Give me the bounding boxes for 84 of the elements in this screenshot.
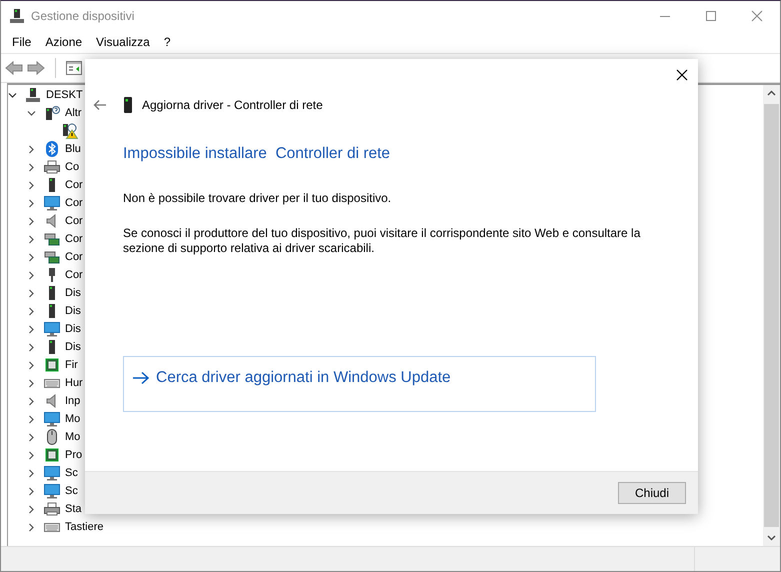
tree-item[interactable]: Inp bbox=[65, 395, 80, 407]
tree-item[interactable]: Sc bbox=[65, 485, 78, 497]
message-text: Non è possibile trovare driver per il tuo dispositivo. bbox=[123, 191, 392, 206]
expand-chevron-icon[interactable] bbox=[27, 504, 36, 514]
expand-chevron-icon[interactable] bbox=[27, 450, 36, 460]
tree-item[interactable]: Tastiere bbox=[65, 521, 104, 533]
tree-item[interactable]: DESKT bbox=[46, 89, 83, 101]
expand-chevron-icon[interactable] bbox=[27, 234, 36, 244]
expand-chevron-icon[interactable] bbox=[27, 108, 36, 118]
tree-item[interactable]: Mo bbox=[65, 413, 80, 425]
computer-icon bbox=[25, 87, 41, 103]
tree-item[interactable]: Altr bbox=[65, 107, 82, 119]
windows-update-link[interactable]: Cerca driver aggiornati in Windows Update bbox=[123, 356, 596, 412]
tree-item[interactable]: Dis bbox=[65, 287, 81, 299]
expand-chevron-icon[interactable] bbox=[27, 378, 36, 388]
unknown-device-icon bbox=[44, 105, 60, 121]
mouse-icon bbox=[44, 429, 60, 445]
forward-arrow-icon[interactable] bbox=[27, 60, 45, 76]
chip-icon bbox=[44, 357, 60, 373]
monitor-icon bbox=[44, 483, 60, 499]
expand-chevron-icon[interactable] bbox=[27, 144, 36, 154]
menu-item[interactable]: ? bbox=[156, 35, 178, 49]
tree-item[interactable]: Sta bbox=[65, 503, 82, 515]
tree-item[interactable]: Cor bbox=[65, 215, 83, 227]
expand-chevron-icon[interactable] bbox=[27, 342, 36, 352]
expand-chevron-icon[interactable] bbox=[27, 486, 36, 496]
tree-item[interactable]: Dis bbox=[65, 341, 81, 353]
chip-icon bbox=[44, 447, 60, 463]
monitor-icon bbox=[44, 195, 60, 211]
tree-item[interactable]: Cor bbox=[65, 269, 83, 281]
back-arrow-icon[interactable] bbox=[93, 99, 107, 111]
right-arrow-icon bbox=[132, 371, 150, 385]
monitor-icon bbox=[44, 411, 60, 427]
tree-item[interactable]: Hur bbox=[65, 377, 83, 389]
menu-item[interactable]: Visualizza bbox=[89, 35, 157, 49]
expand-chevron-icon[interactable] bbox=[27, 216, 36, 226]
bluetooth-icon bbox=[44, 141, 60, 157]
dialog-title: Aggiorna driver - Controller di rete bbox=[142, 98, 323, 112]
expand-chevron-icon[interactable] bbox=[27, 396, 36, 406]
monitor-icon bbox=[44, 321, 60, 337]
network-card-icon bbox=[44, 231, 60, 247]
menu-item[interactable]: File bbox=[5, 35, 38, 49]
tree-item[interactable]: Sc bbox=[65, 467, 78, 479]
expand-chevron-icon[interactable] bbox=[27, 198, 36, 208]
device-icon bbox=[123, 97, 133, 113]
dialog-heading: Impossibile installare Controller di rete bbox=[123, 145, 392, 163]
monitor-icon bbox=[44, 465, 60, 481]
printer-icon bbox=[44, 501, 60, 517]
warning-device-icon[interactable] bbox=[62, 123, 78, 139]
tree-item[interactable]: Dis bbox=[65, 305, 81, 317]
expand-chevron-icon[interactable] bbox=[27, 270, 36, 280]
expand-chevron-icon[interactable] bbox=[8, 90, 17, 100]
expand-chevron-icon[interactable] bbox=[27, 252, 36, 262]
tree-item[interactable]: Cor bbox=[65, 251, 83, 263]
expand-chevron-icon[interactable] bbox=[27, 324, 36, 334]
tree-item[interactable]: Fir bbox=[65, 359, 78, 371]
expand-chevron-icon[interactable] bbox=[27, 360, 36, 370]
expand-chevron-icon[interactable] bbox=[27, 414, 36, 424]
expand-chevron-icon[interactable] bbox=[27, 288, 36, 298]
scrollbar[interactable] bbox=[763, 85, 780, 546]
expand-chevron-icon[interactable] bbox=[27, 162, 36, 172]
message-text: Se conosci il produttore del tuo dispositivo, puoi visitare il corrispondente sito Web e consultare la sezione di supporto relativa ai driver scaricabili. bbox=[123, 226, 642, 256]
close-icon[interactable] bbox=[676, 69, 688, 81]
printer-icon bbox=[44, 159, 60, 175]
tree-item[interactable]: Pro bbox=[65, 449, 82, 461]
close-button[interactable]: Chiudi bbox=[618, 482, 686, 504]
expand-chevron-icon[interactable] bbox=[27, 306, 36, 316]
menu-item[interactable]: Azione bbox=[38, 35, 90, 49]
properties-icon[interactable] bbox=[66, 60, 82, 76]
expand-chevron-icon[interactable] bbox=[27, 522, 36, 532]
computer-icon bbox=[9, 8, 25, 24]
tree-item[interactable]: Cor bbox=[65, 197, 83, 209]
tree-item[interactable]: Mo bbox=[65, 431, 80, 443]
network-card-icon bbox=[44, 249, 60, 265]
tree-item[interactable]: Co bbox=[65, 161, 80, 173]
expand-chevron-icon[interactable] bbox=[27, 468, 36, 478]
expand-chevron-icon[interactable] bbox=[27, 432, 36, 442]
tree-item[interactable]: Cor bbox=[65, 233, 83, 245]
tree-item[interactable]: Cor bbox=[65, 179, 83, 191]
window-title: Gestione dispositivi bbox=[31, 9, 134, 23]
back-arrow-icon[interactable] bbox=[5, 60, 23, 76]
tree-item[interactable]: Dis bbox=[65, 323, 81, 335]
expand-chevron-icon[interactable] bbox=[27, 180, 36, 190]
tree-item[interactable]: Blu bbox=[65, 143, 81, 155]
